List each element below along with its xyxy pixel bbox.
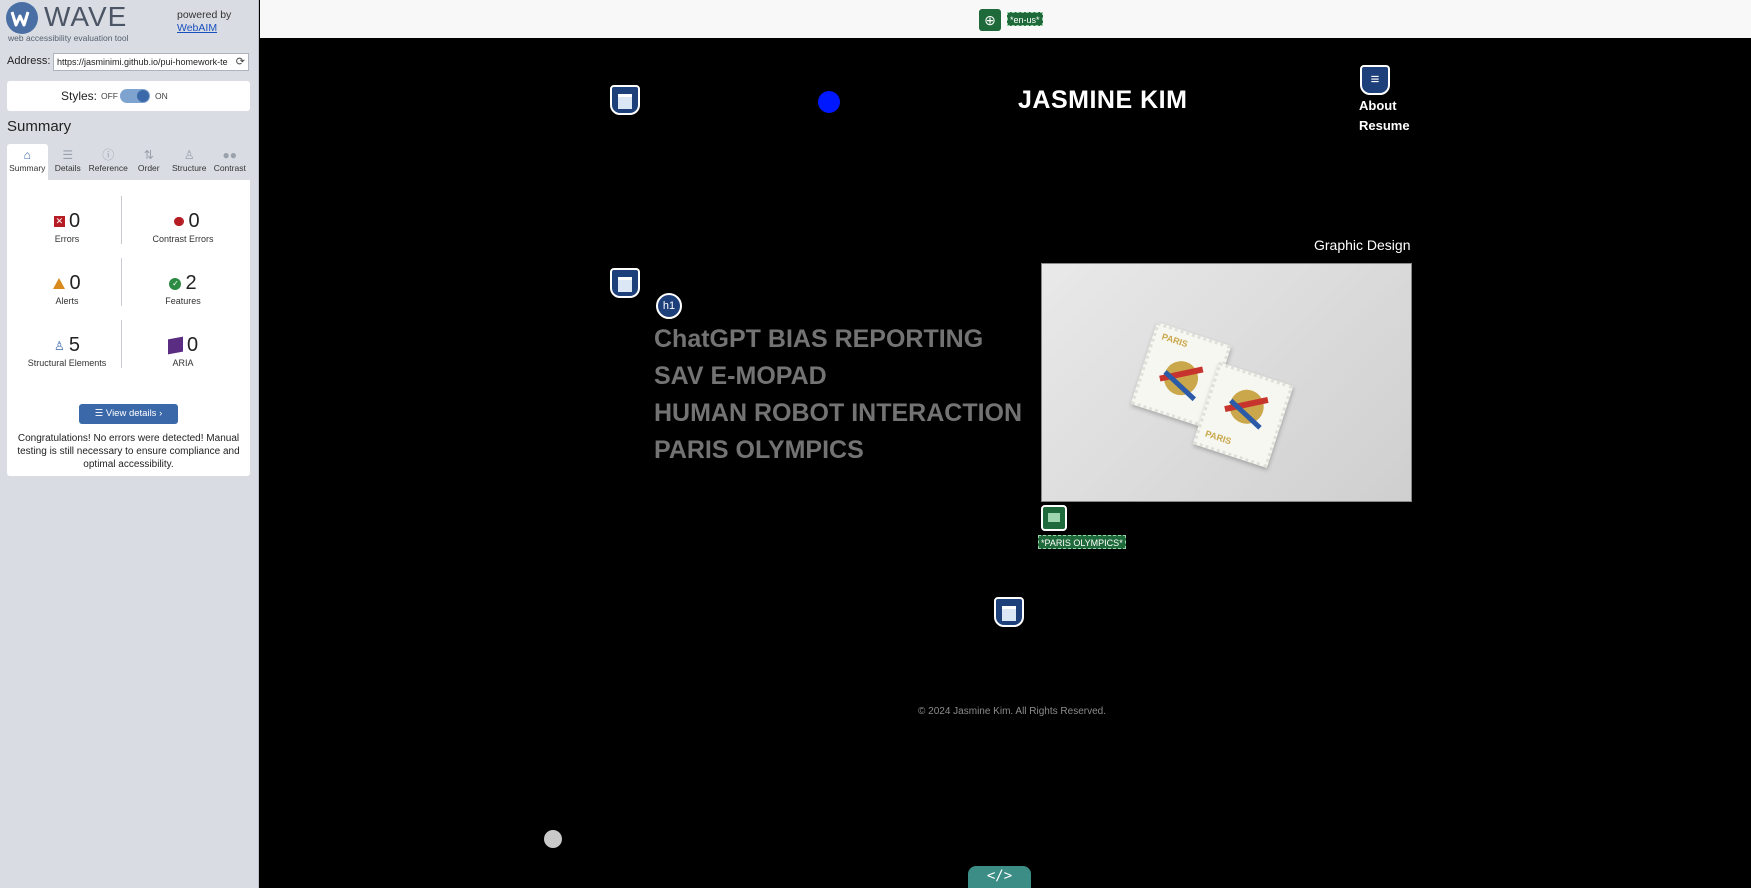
project-link[interactable]: HUMAN ROBOT INTERACTION (654, 399, 1022, 428)
h1-badge-icon[interactable]: h1 (656, 293, 682, 319)
project-link[interactable]: SAV E-MOPAD (654, 362, 827, 391)
contrast-error-icon (166, 216, 185, 227)
nav-resume-link[interactable]: Resume (1359, 118, 1410, 133)
footer-copyright: © 2024 Jasmine Kim. All Rights Reserved. (918, 706, 1107, 717)
tab-label: Summary (9, 163, 46, 173)
page-top-bar: ⊕ *en-us* (260, 0, 1751, 38)
errors-count: 0 (68, 210, 81, 232)
aria-icon (167, 336, 183, 355)
stamp-title: PARIS (1160, 331, 1190, 350)
tab-label: Structure (172, 163, 207, 173)
wave-logo[interactable]: WAVE web accessibility evaluation tool (6, 2, 166, 44)
structure-icon: ♙ (183, 148, 195, 162)
styles-label: Styles: (61, 89, 98, 103)
styles-on-label: ON (155, 91, 168, 101)
tab-structure[interactable]: ♙ Structure (169, 144, 210, 180)
view-details-label: View details › (105, 408, 163, 419)
header-landmark-icon[interactable] (610, 85, 640, 115)
stat-alerts[interactable]: 0 Alerts (7, 270, 127, 328)
stat-structural[interactable]: ♙ 5 Structural Elements (7, 332, 127, 390)
wave-tabs: ⌂ Summary ☰ Details ⓘ Reference ⇅ Order ♙ Str… (7, 144, 250, 180)
wave-sidebar: WAVE web accessibility evaluation tool p… (0, 0, 259, 888)
styles-toggle-panel: Styles: OFF ON (7, 81, 250, 111)
tab-label: Order (137, 163, 160, 173)
list-icon: ☰ (94, 408, 106, 419)
feature-check-icon: ✓ (169, 277, 182, 290)
stat-features[interactable]: ✓ 2 Features (123, 270, 243, 328)
wave-logo-text: WAVE (44, 1, 128, 32)
styles-toggle[interactable] (120, 89, 150, 103)
globe-icon[interactable]: ⊕ (979, 9, 1001, 31)
main-landmark-icon[interactable] (610, 268, 640, 298)
stat-errors[interactable]: ✕ 0 Errors (7, 208, 127, 266)
nav-about-link[interactable]: About (1359, 98, 1397, 113)
site-title[interactable]: JASMINE KIM (1018, 86, 1187, 115)
stamp-title: PARIS (1203, 428, 1233, 447)
structural-label: Structural Elements (27, 358, 107, 368)
aria-count: 0 (186, 334, 199, 356)
error-icon: ✕ (53, 216, 65, 228)
errors-label: Errors (54, 234, 80, 244)
tab-summary[interactable]: ⌂ Summary (7, 144, 48, 180)
image-alt-tag: *PARIS OLYMPICS* (1038, 535, 1126, 549)
summary-panel: ✕ 0 Errors 0 Contrast Errors 0 Alerts ✓ 2 … (7, 180, 250, 476)
project-preview-image[interactable]: PARIS PARIS (1041, 263, 1412, 502)
info-icon: ⓘ (102, 148, 115, 162)
address-input[interactable] (53, 53, 249, 71)
structural-count: 5 (68, 334, 80, 356)
features-label: Features (165, 296, 201, 306)
stat-aria[interactable]: 0 ARIA (123, 332, 243, 390)
address-bar: Address: ⟳ (7, 53, 249, 71)
tab-label: Reference (88, 163, 128, 173)
aria-label: ARIA (172, 358, 194, 368)
section-label: Graphic Design (1314, 237, 1411, 253)
language-tag: *en-us* (1007, 12, 1043, 26)
contrast-icon: ●● (222, 148, 238, 162)
contrast-errors-label: Contrast Errors (152, 234, 214, 244)
tab-order[interactable]: ⇅ Order (129, 144, 170, 180)
footer-landmark-icon[interactable] (994, 597, 1024, 627)
structure-icon: ♙ (54, 338, 65, 353)
reload-icon[interactable]: ⟳ (236, 55, 245, 68)
order-icon: ⇅ (143, 148, 154, 162)
project-link[interactable]: ChatGPT BIAS REPORTING (654, 325, 983, 354)
alerts-label: Alerts (55, 296, 79, 306)
toggle-knob (137, 90, 149, 102)
powered-by: powered by WebAIM (177, 9, 231, 35)
alerts-count: 0 (69, 272, 81, 294)
image-alt-icon[interactable] (1041, 505, 1067, 531)
navigation-landmark-icon[interactable]: ≡ (1360, 65, 1390, 95)
list-icon: ☰ (62, 148, 74, 162)
styles-off-label: OFF (101, 91, 118, 101)
webaim-link[interactable]: WebAIM (177, 22, 231, 35)
tab-contrast[interactable]: ●● Contrast (210, 144, 251, 180)
wave-logo-icon (6, 2, 38, 34)
tab-details[interactable]: ☰ Details (48, 144, 89, 180)
address-label: Address: (7, 55, 51, 67)
tab-label: Contrast (213, 163, 246, 173)
tab-reference[interactable]: ⓘ Reference (88, 144, 129, 180)
features-count: 2 (185, 272, 197, 294)
stat-contrast-errors[interactable]: 0 Contrast Errors (123, 208, 243, 266)
code-toggle-tab[interactable]: </> (968, 866, 1031, 888)
summary-heading: Summary (7, 118, 72, 135)
powered-by-label: powered by (177, 9, 232, 21)
congrats-message: Congratulations! No errors were detected… (17, 433, 240, 470)
blue-dot-marker (818, 91, 840, 113)
tab-label: Details (54, 163, 81, 173)
view-details-button[interactable]: ☰ View details › (79, 404, 178, 424)
grey-dot-marker (544, 830, 562, 848)
home-icon: ⌂ (23, 148, 31, 162)
alert-icon (53, 278, 66, 290)
project-link[interactable]: PARIS OLYMPICS (654, 436, 864, 465)
contrast-errors-count: 0 (188, 210, 200, 232)
wave-logo-subtitle: web accessibility evaluation tool (8, 33, 129, 43)
